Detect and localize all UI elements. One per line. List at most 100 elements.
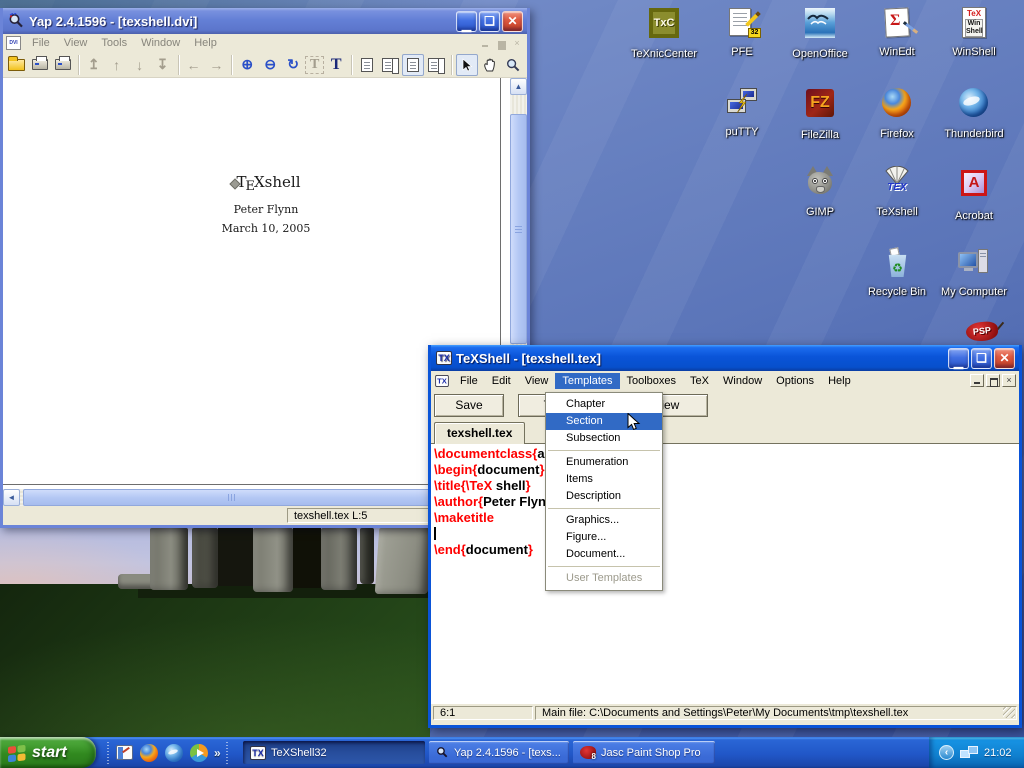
desktop-icon-acrobat[interactable]: A Acrobat <box>935 166 1013 224</box>
menu-item-section[interactable]: Section <box>546 413 662 430</box>
mdi-close-icon[interactable]: × <box>1002 374 1016 387</box>
desktop-icon-winshell[interactable]: TeX Win Shell WinShell <box>935 6 1013 60</box>
yap-close-button[interactable]: ✕ <box>502 11 523 32</box>
resize-grip-icon[interactable] <box>1003 706 1015 718</box>
open-icon[interactable] <box>6 54 28 76</box>
thunderbird-quicklaunch-icon[interactable] <box>164 743 184 763</box>
desktop-icon-label: Thunderbird <box>944 128 1003 141</box>
save-button[interactable]: Save <box>434 394 504 417</box>
first-page-icon[interactable]: ↥ <box>83 54 105 76</box>
zoom-out-icon[interactable]: ⊖ <box>259 54 281 76</box>
texshell-menu-window[interactable]: Window <box>716 373 769 389</box>
last-page-icon[interactable]: ↧ <box>152 54 174 76</box>
refresh-icon[interactable]: ↻ <box>282 54 304 76</box>
zoom-in-icon[interactable]: ⊕ <box>236 54 258 76</box>
mdi-close-icon[interactable]: × <box>510 37 524 50</box>
taskbar-task-paintshoppro[interactable]: Jasc Paint Shop Pro <box>573 741 715 764</box>
next-page-icon[interactable]: ↓ <box>129 54 151 76</box>
text-select-icon[interactable]: T <box>305 56 324 74</box>
yap-maximize-button[interactable]: ❏ <box>479 11 500 32</box>
print-setup-icon[interactable] <box>52 54 74 76</box>
main-file-status: Main file: C:\Documents and Settings\Pet… <box>535 706 1017 720</box>
texshell-menu-tex[interactable]: TeX <box>683 373 716 389</box>
menu-item-user-templates[interactable]: User Templates <box>546 570 662 587</box>
hand-tool-icon[interactable] <box>479 54 501 76</box>
desktop-icon-openoffice[interactable]: OpenOffice <box>781 6 859 62</box>
desktop-icon-texniccenter[interactable]: TxC TeXnicCenter <box>625 6 703 62</box>
mdi-minimize-icon[interactable] <box>970 374 984 387</box>
hide-icons-chevron[interactable]: ‹ <box>939 745 954 760</box>
view-continuous-icon[interactable] <box>425 54 447 76</box>
yap-titlebar[interactable]: Yap 2.4.1596 - [texshell.dvi] ▁ ❏ ✕ <box>3 8 527 34</box>
network-tray-icon[interactable] <box>960 746 978 760</box>
texshell-close-button[interactable]: ✕ <box>994 348 1015 369</box>
texshell-document-icon: TX <box>435 375 449 387</box>
tab-texshell-tex[interactable]: texshell.tex <box>434 422 525 444</box>
mdi-restore-icon[interactable] <box>494 37 508 50</box>
templates-menu-dropdown: ChapterSectionSubsection EnumerationItems… <box>545 392 663 591</box>
desktop-icon-texshell[interactable]: TEX TeXshell <box>858 166 936 220</box>
scroll-up-icon[interactable]: ▲ <box>510 78 527 95</box>
yap-menu-tools[interactable]: Tools <box>94 36 134 50</box>
back-icon[interactable]: ← <box>182 54 204 76</box>
desktop-icon-winedt[interactable]: Σ WinEdt <box>858 6 936 60</box>
menu-item-graphics[interactable]: Graphics... <box>546 512 662 529</box>
text-mode-icon[interactable]: T <box>325 54 347 76</box>
yap-menu-window[interactable]: Window <box>134 36 187 50</box>
menu-item-subsection[interactable]: Subsection <box>546 430 662 447</box>
magnifier-tool-icon[interactable] <box>502 54 524 76</box>
menu-item-description[interactable]: Description <box>546 488 662 505</box>
print-icon[interactable] <box>29 54 51 76</box>
yap-vscroll-thumb[interactable] <box>510 114 527 344</box>
texshell-menu-view[interactable]: View <box>518 373 556 389</box>
desktop-icon-firefox[interactable]: Firefox <box>858 86 936 142</box>
desktop-icon-label: My Computer <box>941 286 1007 299</box>
quicklaunch-overflow-chevron[interactable]: » <box>214 746 221 760</box>
media-player-quicklaunch-icon[interactable] <box>189 743 209 763</box>
forward-icon[interactable]: → <box>205 54 227 76</box>
texshell-menu-edit[interactable]: Edit <box>485 373 518 389</box>
scroll-left-icon[interactable]: ◄ <box>3 489 20 506</box>
mdi-restore-icon[interactable] <box>986 374 1000 387</box>
texshell-menu-options[interactable]: Options <box>769 373 821 389</box>
firefox-quicklaunch-icon[interactable] <box>139 743 159 763</box>
texshell-editor[interactable]: \documentclass{article}\begin{document}\… <box>431 444 1019 704</box>
yap-hscroll-thumb[interactable] <box>23 489 439 506</box>
menu-item-chapter[interactable]: Chapter <box>546 396 662 413</box>
desktop-icon-putty[interactable]: puTTY <box>703 86 781 140</box>
view-page-width-icon[interactable] <box>402 54 424 76</box>
menu-item-items[interactable]: Items <box>546 471 662 488</box>
yap-minimize-button[interactable]: ▁ <box>456 11 477 32</box>
desktop-icon-gimp[interactable]: GIMP <box>781 166 859 220</box>
desktop-icon-thunderbird[interactable]: Thunderbird <box>935 86 1013 142</box>
view-facing-pages-icon[interactable] <box>379 54 401 76</box>
menu-item-figure[interactable]: Figure... <box>546 529 662 546</box>
taskbar-clock[interactable]: 21:02 <box>984 747 1012 759</box>
texshell-menu-help[interactable]: Help <box>821 373 858 389</box>
yap-toolbar: ↥ ↑ ↓ ↧ ← → ⊕ ⊖ ↻ T T <box>3 52 527 78</box>
view-single-page-icon[interactable] <box>356 54 378 76</box>
mdi-minimize-icon[interactable] <box>478 37 492 50</box>
texshell-maximize-button[interactable]: ❏ <box>971 348 992 369</box>
texshell-menu-templates[interactable]: Templates <box>555 373 619 389</box>
texshell-menu-toolboxes[interactable]: Toolboxes <box>620 373 684 389</box>
yap-menu-help[interactable]: Help <box>187 36 224 50</box>
pointer-tool-icon[interactable] <box>456 54 478 76</box>
cursor-position-status: 6:1 <box>433 706 533 720</box>
desktop-icon-recycle-bin[interactable]: ♻ Recycle Bin <box>858 246 936 300</box>
texshell-titlebar[interactable]: TX TeXShell - [texshell.tex] ▁ ❏ ✕ <box>431 345 1019 371</box>
menu-item-document[interactable]: Document... <box>546 546 662 563</box>
taskbar-task-yap[interactable]: Yap 2.4.1596 - [texs... <box>429 741 569 764</box>
taskbar-task-texshell[interactable]: TX TeXShell32 <box>243 741 425 764</box>
texshell-minimize-button[interactable]: ▁ <box>948 348 969 369</box>
texshell-menu-file[interactable]: File <box>453 373 485 389</box>
yap-menu-file[interactable]: File <box>25 36 57 50</box>
desktop-icon-my-computer[interactable]: My Computer <box>935 246 1013 300</box>
yap-menu-view[interactable]: View <box>57 36 95 50</box>
desktop-icon-pfe[interactable]: 32 PFE <box>703 6 781 60</box>
show-desktop-icon[interactable] <box>114 743 134 763</box>
previous-page-icon[interactable]: ↑ <box>106 54 128 76</box>
desktop-icon-filezilla[interactable]: FZ FileZilla <box>781 86 859 143</box>
menu-item-enumeration[interactable]: Enumeration <box>546 454 662 471</box>
start-button[interactable]: start <box>0 737 96 768</box>
